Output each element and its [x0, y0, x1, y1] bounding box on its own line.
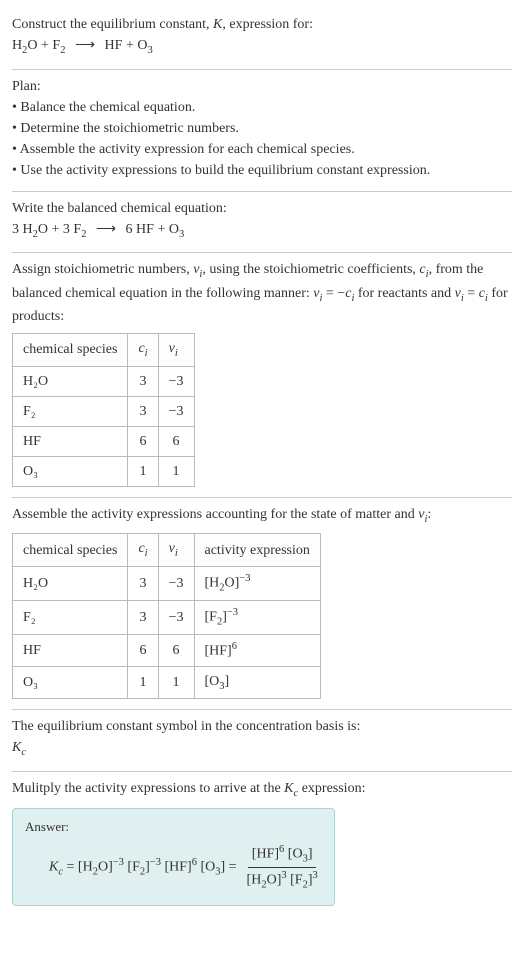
col-activity: activity expression — [194, 534, 320, 567]
table-row: F₂ 3 −3 [F2]−3 — [13, 601, 321, 635]
reactant-1: H2O — [12, 38, 38, 53]
assemble-text: Assemble the activity expressions accoun… — [12, 504, 512, 528]
arrow-icon: ⟶ — [75, 35, 95, 56]
coef-2: 3 — [63, 222, 74, 237]
kc-denominator: [H2O]3 [F2]3 — [243, 868, 322, 893]
balanced-title: Write the balanced chemical equation: — [12, 198, 512, 219]
coef-3: 6 — [126, 222, 137, 237]
col-nui: νi — [158, 334, 194, 367]
kc-fraction: [HF]6 [O3] [H2O]3 [F2]3 — [243, 842, 322, 893]
cell-species: F₂ — [13, 601, 128, 635]
reactant-2: F2 — [52, 38, 65, 53]
col-species: chemical species — [13, 534, 128, 567]
kc-symbol-text: The equilibrium constant symbol in the c… — [12, 716, 512, 737]
species-3: HF — [136, 222, 154, 237]
assemble-section: Assemble the activity expressions accoun… — [12, 498, 512, 711]
cell-nui: 1 — [158, 666, 194, 699]
unbalanced-equation: H2O + F2 ⟶ HF + O3 — [12, 35, 512, 59]
table-row: HF 6 6 [HF]6 — [13, 635, 321, 667]
table-row: F₂ 3 −3 — [13, 396, 195, 426]
cell-species: H₂O — [13, 566, 128, 600]
table-row: HF 6 6 — [13, 426, 195, 456]
cell-ci: 1 — [128, 456, 158, 486]
cell-ci: 3 — [128, 396, 158, 426]
table-row: H₂O 3 −3 [H2O]−3 — [13, 566, 321, 600]
multiply-section: Mulitply the activity expressions to arr… — [12, 772, 512, 916]
col-species: chemical species — [13, 334, 128, 367]
species-2: F2 — [73, 222, 86, 237]
cell-species: O₃ — [13, 456, 128, 486]
answer-label: Answer: — [25, 817, 322, 837]
cell-activity: [H2O]−3 — [194, 566, 320, 600]
cell-nui: 1 — [158, 456, 194, 486]
kc-lhs: Kc = [H2O]−3 [F2]−3 [HF]6 [O3] = — [49, 855, 237, 880]
cell-ci: 3 — [128, 566, 158, 600]
cell-species: F₂ — [13, 396, 128, 426]
plan-title: Plan: — [12, 76, 512, 97]
plan-bullet-4: • Use the activity expressions to build … — [12, 160, 512, 181]
plan-bullet-1: • Balance the chemical equation. — [12, 97, 512, 118]
coef-1: 3 — [12, 222, 23, 237]
species-4: O3 — [169, 222, 184, 237]
intro-text-1: Construct the equilibrium constant, — [12, 17, 213, 32]
cell-species: H₂O — [13, 366, 128, 396]
stoich-table: chemical species ci νi H₂O 3 −3 F₂ 3 −3 … — [12, 333, 195, 487]
plan-bullet-2: • Determine the stoichiometric numbers. — [12, 118, 512, 139]
intro-text-2: , expression for: — [222, 17, 313, 32]
plus: + — [41, 38, 49, 53]
kc-numerator: [HF]6 [O3] — [248, 842, 317, 868]
table-row: H₂O 3 −3 — [13, 366, 195, 396]
col-ci: ci — [128, 534, 158, 567]
plus: + — [157, 222, 165, 237]
cell-species: HF — [13, 635, 128, 667]
table-header-row: chemical species ci νi activity expressi… — [13, 534, 321, 567]
cell-ci: 6 — [128, 635, 158, 667]
cell-nui: −3 — [158, 396, 194, 426]
cell-activity: [HF]6 — [194, 635, 320, 667]
product-2: O3 — [137, 38, 152, 53]
arrow-icon: ⟶ — [96, 219, 116, 240]
answer-box: Answer: Kc = [H2O]−3 [F2]−3 [HF]6 [O3] =… — [12, 808, 335, 907]
assign-text: Assign stoichiometric numbers, νi, using… — [12, 259, 512, 327]
assign-section: Assign stoichiometric numbers, νi, using… — [12, 253, 512, 498]
cell-species: HF — [13, 426, 128, 456]
cell-nui: −3 — [158, 366, 194, 396]
kc-expression: Kc = [H2O]−3 [F2]−3 [HF]6 [O3] = [HF]6 [… — [49, 842, 322, 893]
table-row: O₃ 1 1 [O3] — [13, 666, 321, 699]
table-header-row: chemical species ci νi — [13, 334, 195, 367]
cell-ci: 6 — [128, 426, 158, 456]
balanced-equation: 3 H2O + 3 F2 ⟶ 6 HF + O3 — [12, 219, 512, 243]
col-nui: νi — [158, 534, 194, 567]
activity-table: chemical species ci νi activity expressi… — [12, 533, 321, 699]
cell-activity: [F2]−3 — [194, 601, 320, 635]
table-row: O₃ 1 1 — [13, 456, 195, 486]
plan-bullet-3: • Assemble the activity expression for e… — [12, 139, 512, 160]
cell-nui: 6 — [158, 426, 194, 456]
cell-ci: 1 — [128, 666, 158, 699]
cell-nui: 6 — [158, 635, 194, 667]
cell-nui: −3 — [158, 566, 194, 600]
cell-species: O₃ — [13, 666, 128, 699]
cell-activity: [O3] — [194, 666, 320, 699]
multiply-text: Mulitply the activity expressions to arr… — [12, 778, 512, 802]
kc-symbol-section: The equilibrium constant symbol in the c… — [12, 710, 512, 772]
balanced-section: Write the balanced chemical equation: 3 … — [12, 192, 512, 254]
plan-section: Plan: • Balance the chemical equation. •… — [12, 70, 512, 192]
intro-section: Construct the equilibrium constant, K, e… — [12, 8, 512, 70]
cell-nui: −3 — [158, 601, 194, 635]
cell-ci: 3 — [128, 366, 158, 396]
plus: + — [126, 38, 134, 53]
product-1: HF — [105, 38, 123, 53]
plus: + — [52, 222, 60, 237]
col-ci: ci — [128, 334, 158, 367]
species-1: H2O — [23, 222, 49, 237]
K-symbol: K — [213, 17, 222, 32]
kc-symbol: Kc — [12, 737, 512, 761]
cell-ci: 3 — [128, 601, 158, 635]
intro-line: Construct the equilibrium constant, K, e… — [12, 14, 512, 35]
